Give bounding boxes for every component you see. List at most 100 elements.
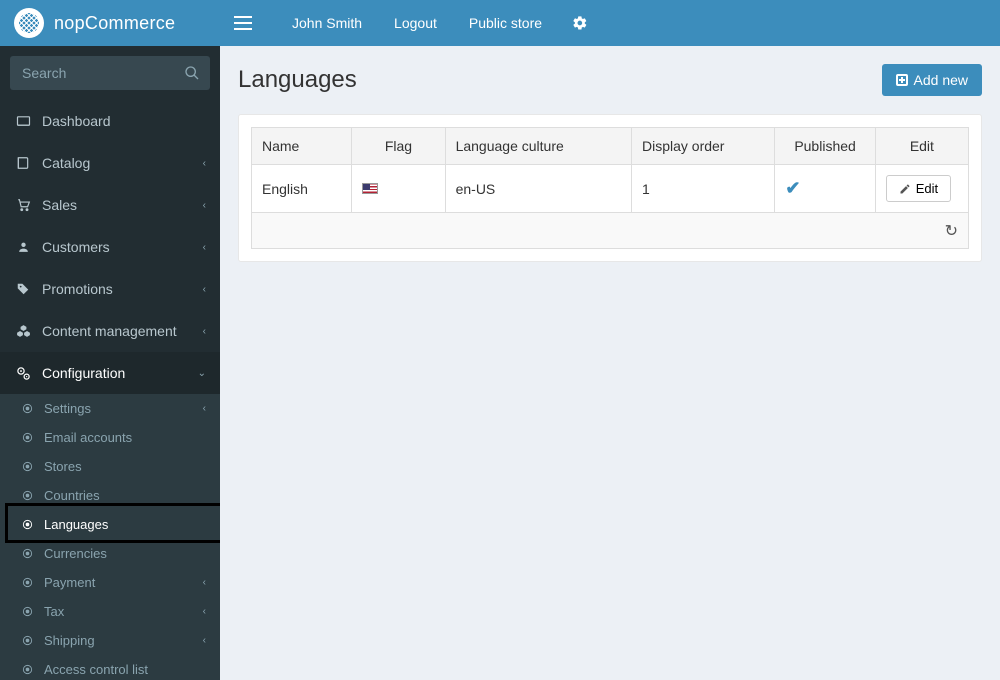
sidebar-subitem-shipping[interactable]: Shipping ‹ (0, 626, 220, 655)
sidebar-item-label: Configuration (42, 365, 125, 381)
col-flag[interactable]: Flag (352, 128, 445, 165)
main-content: Languages Add new Name Flag Language cul… (220, 46, 1000, 680)
sidebar-item-customers[interactable]: Customers ‹ (0, 226, 220, 268)
cell-culture: en-US (445, 165, 631, 213)
sidebar-subitem-label: Settings (44, 401, 91, 416)
sidebar-item-promotions[interactable]: Promotions ‹ (0, 268, 220, 310)
sidebar-subnav-configuration: Settings ‹ Email accounts StoresCountries La… (0, 394, 220, 680)
edit-button[interactable]: Edit (886, 175, 951, 202)
book-icon (14, 156, 32, 170)
chevron-down-icon: ⌄ (198, 368, 206, 379)
col-name[interactable]: Name (252, 128, 352, 165)
chevron-left-icon: ‹ (203, 403, 206, 414)
grid-panel: Name Flag Language culture Display order… (238, 114, 982, 262)
cell-name: English (252, 165, 352, 213)
reload-icon[interactable]: ↻ (945, 221, 958, 241)
search-input[interactable] (10, 56, 210, 90)
dot-circle-icon (18, 490, 36, 501)
brand-logo-icon (14, 8, 44, 38)
cell-display-order: 1 (631, 165, 774, 213)
sidebar-item-label: Catalog (42, 155, 90, 171)
top-header: nopCommerce John Smith Logout Public sto… (0, 0, 1000, 46)
sidebar-subitem-label: Shipping (44, 633, 95, 648)
user-icon (14, 240, 32, 254)
sidebar-item-label: Promotions (42, 281, 113, 297)
brand-name: nopCommerce (54, 13, 175, 34)
col-published[interactable]: Published (775, 128, 875, 165)
gears-icon (14, 366, 32, 381)
sidebar-subitem-label: Email accounts (44, 430, 132, 445)
sidebar-search (0, 46, 220, 100)
edit-label: Edit (916, 181, 938, 196)
tag-icon (14, 282, 32, 296)
cubes-icon (14, 324, 32, 338)
dot-circle-icon (18, 548, 36, 559)
chevron-left-icon: ‹ (203, 242, 206, 253)
sidebar-subitem-countries[interactable]: Countries (0, 481, 220, 510)
grid-footer: ↻ (251, 213, 969, 249)
col-culture[interactable]: Language culture (445, 128, 631, 165)
chevron-left-icon: ‹ (203, 284, 206, 295)
public-store-link[interactable]: Public store (453, 15, 558, 31)
sidebar-item-configuration[interactable]: Configuration ⌄ (0, 352, 220, 394)
sidebar-subitem-label: Payment (44, 575, 95, 590)
sidebar-subitem-access-control-list[interactable]: Access control list (0, 655, 220, 680)
menu-toggle-icon[interactable] (234, 16, 252, 30)
chevron-left-icon: ‹ (203, 200, 206, 211)
dot-circle-icon (18, 461, 36, 472)
user-name-link[interactable]: John Smith (276, 15, 378, 31)
sidebar-subitem-tax[interactable]: Tax ‹ (0, 597, 220, 626)
sidebar-item-label: Sales (42, 197, 77, 213)
sidebar-subitem-label: Access control list (44, 662, 148, 677)
cell-edit: Edit (875, 165, 968, 213)
sidebar-subitem-settings[interactable]: Settings ‹ (0, 394, 220, 423)
sidebar-item-catalog[interactable]: Catalog ‹ (0, 142, 220, 184)
sidebar-subitem-email-accounts[interactable]: Email accounts (0, 423, 220, 452)
sidebar: Dashboard Catalog ‹ Sales ‹ Customers ‹ … (0, 46, 220, 680)
languages-table: Name Flag Language culture Display order… (251, 127, 969, 213)
sidebar-subitem-label: Tax (44, 604, 64, 619)
cart-icon (14, 198, 32, 212)
dot-circle-icon (18, 432, 36, 443)
dot-circle-icon (18, 635, 36, 646)
dot-circle-icon (18, 519, 36, 530)
sidebar-subitem-currencies[interactable]: Currencies (0, 539, 220, 568)
sidebar-subitem-stores[interactable]: Stores (0, 452, 220, 481)
sidebar-item-sales[interactable]: Sales ‹ (0, 184, 220, 226)
search-icon[interactable] (184, 65, 200, 81)
logout-link[interactable]: Logout (378, 15, 453, 31)
gear-icon[interactable] (558, 15, 602, 31)
table-row: English en-US1 ✔ Edit (252, 165, 969, 213)
pencil-icon (899, 183, 911, 195)
sidebar-item-label: Content management (42, 323, 177, 339)
sidebar-subitem-payment[interactable]: Payment ‹ (0, 568, 220, 597)
cell-published: ✔ (775, 165, 875, 213)
sidebar-nav: Dashboard Catalog ‹ Sales ‹ Customers ‹ … (0, 100, 220, 394)
plus-icon (896, 74, 908, 86)
chevron-left-icon: ‹ (203, 606, 206, 617)
check-icon: ✔ (785, 178, 800, 198)
flag-us-icon (362, 183, 378, 194)
brand-logo[interactable]: nopCommerce (0, 0, 220, 46)
col-edit[interactable]: Edit (875, 128, 968, 165)
add-new-button[interactable]: Add new (882, 64, 982, 96)
sidebar-item-content-management[interactable]: Content management ‹ (0, 310, 220, 352)
chevron-left-icon: ‹ (203, 635, 206, 646)
cell-flag (352, 165, 445, 213)
page-header: Languages Add new (238, 64, 982, 96)
dashboard-icon (14, 115, 32, 127)
table-header-row: Name Flag Language culture Display order… (252, 128, 969, 165)
dot-circle-icon (18, 577, 36, 588)
sidebar-subitem-label: Currencies (44, 546, 107, 561)
dot-circle-icon (18, 664, 36, 675)
dot-circle-icon (18, 403, 36, 414)
dot-circle-icon (18, 606, 36, 617)
header-right: John Smith Logout Public store (220, 15, 1000, 31)
sidebar-subitem-label: Languages (44, 517, 108, 532)
sidebar-subitem-languages[interactable]: Languages (0, 510, 220, 539)
chevron-left-icon: ‹ (203, 577, 206, 588)
sidebar-item-dashboard[interactable]: Dashboard (0, 100, 220, 142)
sidebar-item-label: Customers (42, 239, 110, 255)
chevron-left-icon: ‹ (203, 326, 206, 337)
col-display-order[interactable]: Display order (631, 128, 774, 165)
